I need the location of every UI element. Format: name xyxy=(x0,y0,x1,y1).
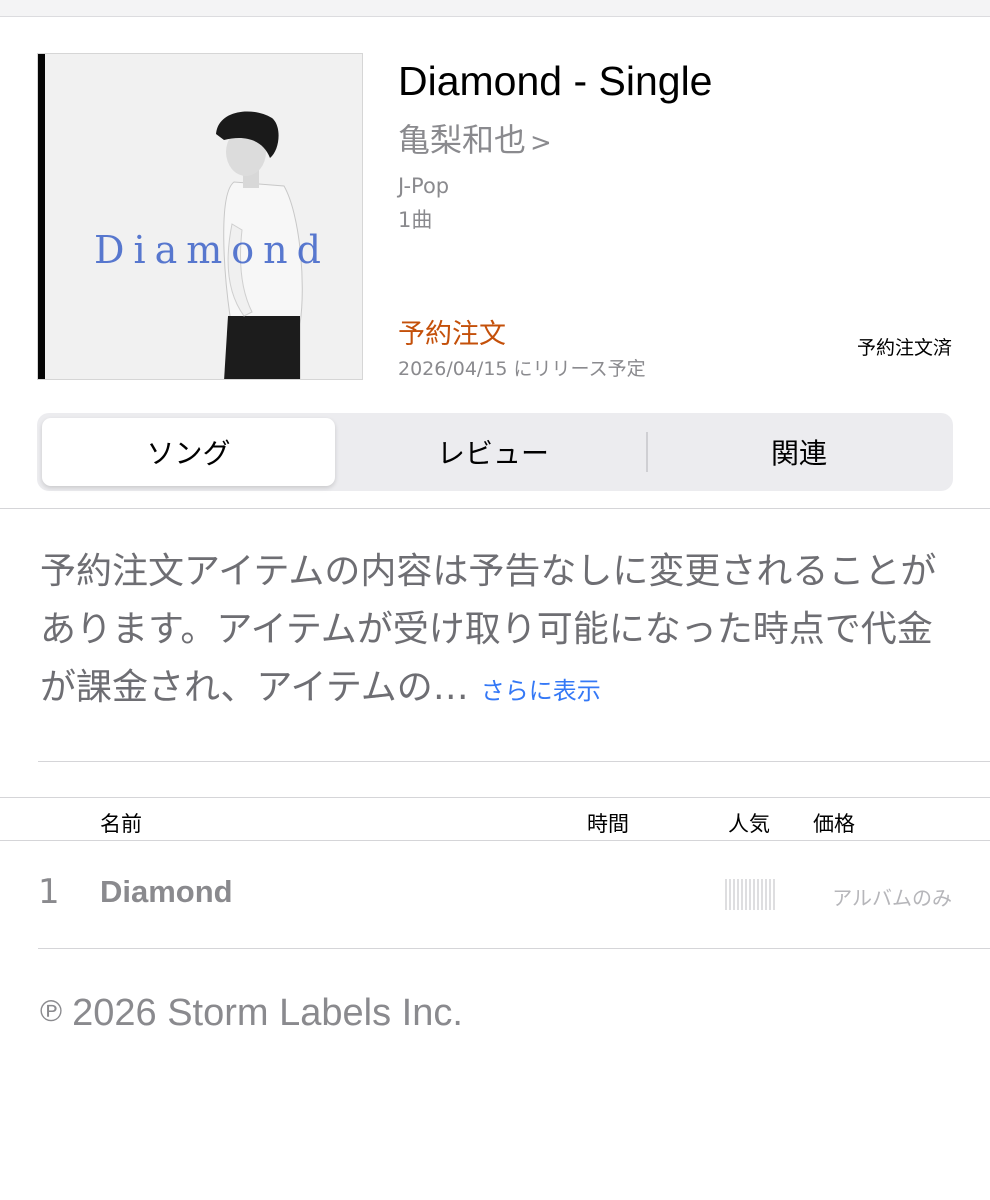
artwork-title-text: Diamond xyxy=(94,228,330,272)
column-header-name: 名前 xyxy=(100,812,142,836)
tab-reviews[interactable]: レビュー xyxy=(344,418,642,486)
column-header-popularity: 人気 xyxy=(728,812,770,836)
segmented-control: ソング レビュー 関連 xyxy=(37,413,953,491)
column-header-time: 時間 xyxy=(587,812,629,836)
chevron-right-icon: > xyxy=(530,128,552,158)
column-header-price: 価格 xyxy=(813,812,855,836)
tab-separator xyxy=(646,432,648,472)
artist-link[interactable]: 亀梨和也 > xyxy=(398,115,552,161)
top-bar xyxy=(0,0,990,17)
track-number: 1 xyxy=(38,872,60,912)
divider xyxy=(38,761,990,762)
divider xyxy=(0,508,990,509)
popularity-bars-icon xyxy=(725,879,775,910)
artwork-portrait xyxy=(216,111,303,379)
release-date: 2026/04/15 にリリース予定 xyxy=(398,358,646,380)
artist-name: 亀梨和也 xyxy=(398,121,527,159)
tab-songs[interactable]: ソング xyxy=(42,418,335,486)
copyright-text: 2026 Storm Labels Inc. xyxy=(72,992,463,1034)
preorder-description: 予約注文アイテムの内容は予告なしに変更されることがあります。アイテムが受け取り可… xyxy=(40,543,955,720)
preordered-status: 予約注文済 xyxy=(856,337,952,359)
track-title: Diamond xyxy=(100,874,233,909)
preorder-label: 予約注文 xyxy=(398,319,506,350)
album-artwork[interactable]: Diamond xyxy=(37,53,363,380)
show-more-link[interactable]: さらに表示 xyxy=(481,677,601,705)
genre-label: J-Pop xyxy=(398,174,450,198)
album-title: Diamond - Single xyxy=(398,58,713,104)
tab-related[interactable]: 関連 xyxy=(650,418,948,486)
copyright-notice: ℗ 2026 Storm Labels Inc. xyxy=(40,992,463,1035)
phonogram-icon: ℗ xyxy=(40,995,63,1028)
divider xyxy=(0,797,990,798)
track-count: 1曲 xyxy=(398,208,433,232)
track-price: アルバムのみ xyxy=(832,886,952,910)
divider xyxy=(0,840,990,841)
divider xyxy=(38,948,990,949)
